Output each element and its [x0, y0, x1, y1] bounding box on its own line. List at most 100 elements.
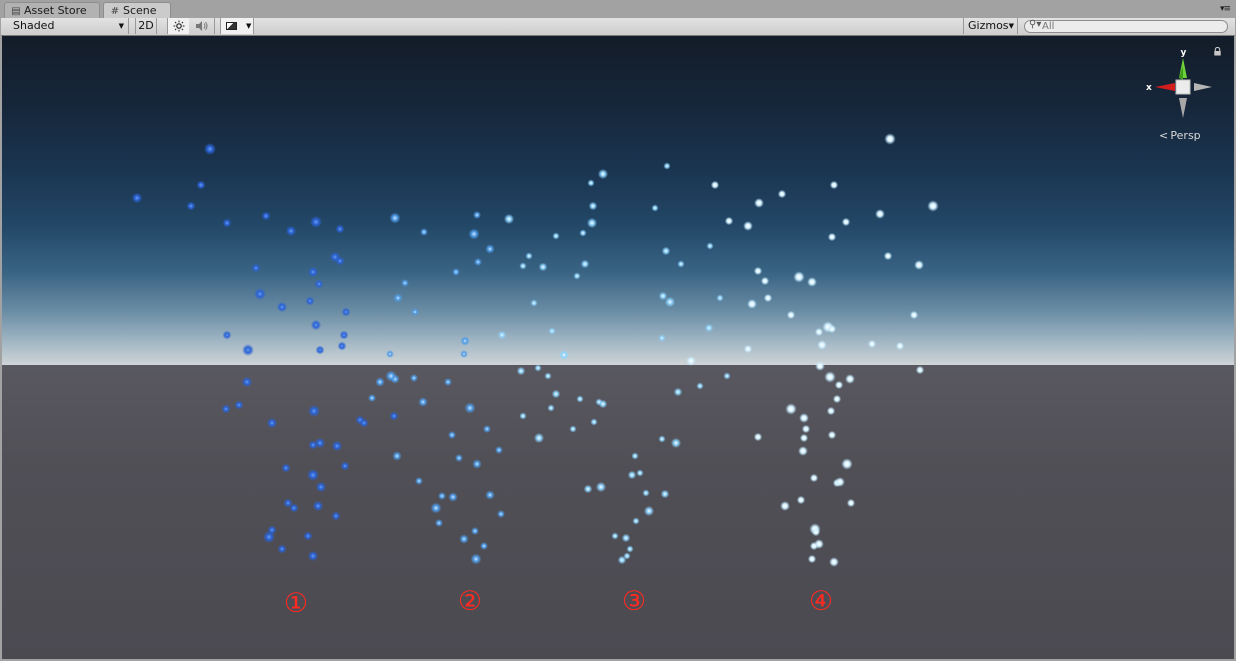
particle — [579, 229, 587, 237]
particle — [829, 180, 839, 190]
particle — [590, 418, 598, 426]
particle — [834, 380, 844, 390]
particle — [415, 477, 423, 485]
particle — [460, 350, 468, 358]
particle — [285, 225, 297, 237]
particle — [663, 162, 671, 170]
particle — [459, 534, 469, 544]
x-axis-cone[interactable] — [1155, 83, 1175, 91]
particle — [841, 217, 851, 227]
particle — [827, 324, 837, 334]
particle — [621, 533, 631, 543]
particle — [826, 406, 836, 416]
window-menu-icon[interactable]: ▾≡ — [1220, 4, 1231, 14]
particle — [452, 268, 460, 276]
particle — [785, 403, 797, 415]
particle — [281, 463, 291, 473]
particle — [131, 192, 143, 204]
particle — [241, 376, 253, 388]
gizmos-dropdown[interactable]: Gizmos ▼ — [963, 18, 1018, 34]
neg-y-axis-cone[interactable] — [1179, 98, 1187, 118]
particle — [786, 310, 796, 320]
particle — [631, 452, 639, 460]
2d-mode-toggle[interactable]: 2D — [135, 18, 157, 34]
group-3-label: ③ — [621, 586, 647, 617]
particle — [583, 484, 593, 494]
particle — [430, 502, 442, 514]
particle — [222, 330, 232, 340]
search-input[interactable] — [1024, 20, 1228, 33]
unity-scene-window: ▤ Asset Store # Scene ▾≡ Shaded ▼ 2D ▼ G… — [0, 0, 1236, 661]
image-effects-icon — [226, 22, 237, 30]
particle — [312, 500, 324, 512]
particle — [552, 232, 560, 240]
shading-mode-dropdown[interactable]: Shaded ▼ — [7, 18, 129, 34]
particle — [335, 224, 345, 234]
speaker-icon — [196, 21, 208, 31]
particle — [339, 330, 349, 340]
particle-group-4 — [686, 133, 939, 567]
particle — [611, 532, 619, 540]
particle — [386, 350, 394, 358]
particle — [331, 440, 343, 452]
particle — [435, 519, 443, 527]
particle — [460, 336, 470, 346]
particle — [340, 461, 350, 471]
particle — [796, 495, 806, 505]
particle — [389, 212, 401, 224]
particle — [658, 435, 666, 443]
particle-systems — [131, 133, 939, 567]
particle — [617, 555, 627, 565]
particle — [497, 510, 505, 518]
particle — [544, 372, 552, 380]
particle — [471, 527, 479, 535]
particle — [829, 557, 839, 567]
particle — [534, 364, 542, 372]
particle — [642, 489, 650, 497]
particle — [809, 473, 819, 483]
particle — [743, 344, 753, 354]
lock-icon[interactable] — [1213, 47, 1222, 56]
gizmo-center-cube[interactable] — [1175, 79, 1191, 95]
particle — [393, 293, 403, 303]
particle — [335, 256, 345, 266]
particle — [222, 218, 232, 228]
sun-icon — [173, 20, 184, 32]
particle — [867, 339, 877, 349]
tab-scene[interactable]: # Scene — [103, 2, 171, 19]
gizmos-label: Gizmos — [968, 19, 1009, 32]
particle — [846, 498, 856, 508]
dropdown-arrow-icon: ▼ — [118, 22, 124, 30]
particle — [385, 370, 397, 382]
particle — [497, 330, 507, 340]
particle — [651, 204, 659, 212]
tab-asset-store[interactable]: ▤ Asset Store — [4, 2, 100, 18]
particle — [597, 168, 609, 180]
particle — [632, 517, 640, 525]
lighting-toggle[interactable] — [167, 18, 189, 34]
particle-group-2 — [368, 211, 505, 565]
projection-toggle[interactable]: < Persp — [1159, 129, 1201, 142]
particle — [832, 394, 842, 404]
particle — [814, 327, 824, 337]
particle — [914, 260, 924, 270]
particle — [448, 492, 458, 502]
particle — [538, 262, 548, 272]
x-axis-label: x — [1146, 83, 1152, 93]
particle — [331, 511, 341, 521]
scene-toolbar: Shaded ▼ 2D ▼ Gizmos ▼ All ⚲▾ — [1, 18, 1235, 36]
particle — [315, 481, 327, 493]
particle — [777, 189, 787, 199]
audio-toggle[interactable] — [190, 18, 215, 34]
neg-x-axis-cone[interactable] — [1194, 83, 1212, 91]
particle — [811, 527, 821, 537]
projection-label: Persp — [1170, 129, 1201, 142]
particle — [438, 492, 446, 500]
particle — [586, 217, 598, 229]
scene-viewport[interactable]: ① ② ③ ④ y x < Persp — [2, 36, 1234, 659]
particle — [266, 417, 278, 429]
particle — [927, 200, 939, 212]
particle — [359, 418, 369, 428]
particle — [627, 470, 637, 480]
effects-dropdown[interactable]: ▼ — [220, 18, 254, 34]
